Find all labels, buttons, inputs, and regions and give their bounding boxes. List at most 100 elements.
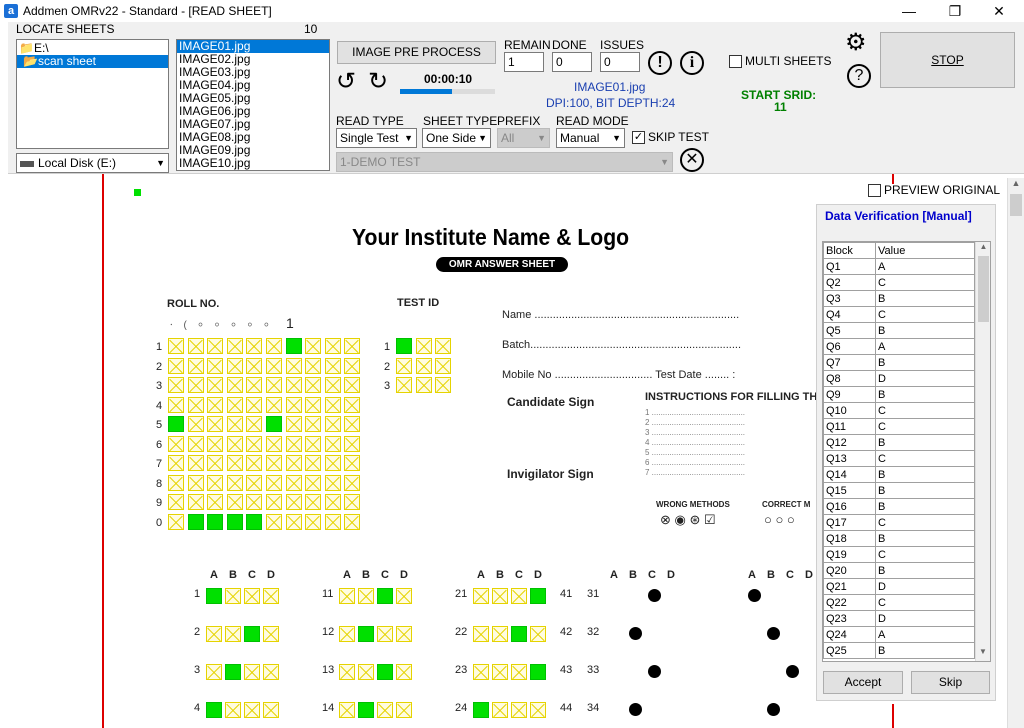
bubble: [473, 664, 489, 680]
rotate-right-icon[interactable]: ↻: [368, 70, 388, 94]
row-digit: 2: [156, 360, 163, 373]
table-row[interactable]: Q9 B: [823, 386, 975, 403]
bubble: [415, 377, 432, 393]
scroll-up-icon[interactable]: ▲: [976, 242, 990, 256]
chevron-down-icon: ▼: [478, 133, 487, 143]
bubble: [435, 357, 452, 374]
cancel-test-icon[interactable]: ✕: [680, 148, 704, 172]
minimize-button[interactable]: —: [886, 0, 932, 22]
bubble: [339, 588, 355, 604]
table-row[interactable]: Q23 D: [823, 610, 975, 627]
option-letter: C: [515, 569, 523, 581]
test-select[interactable]: 1-DEMO TEST ▼: [336, 152, 673, 172]
bubble: [377, 626, 393, 642]
multi-sheets-checkbox[interactable]: [729, 55, 742, 68]
scroll-up-icon[interactable]: ▲: [1008, 178, 1024, 192]
bubble-filled: [358, 626, 374, 642]
gear-icon[interactable]: ⚙: [845, 30, 867, 56]
bubble: [511, 664, 527, 680]
maximize-button[interactable]: ❐: [932, 0, 978, 22]
scroll-thumb[interactable]: [1010, 194, 1022, 216]
prefix-select[interactable]: All ▼: [497, 128, 550, 148]
bubble: [207, 357, 224, 374]
warning-icon[interactable]: !: [648, 51, 672, 75]
read-mode-select[interactable]: Manual ▼: [556, 128, 625, 148]
table-row[interactable]: Q13 C: [823, 450, 975, 467]
image-preprocess-button[interactable]: IMAGE PRE PROCESS: [337, 41, 496, 64]
table-row[interactable]: Q17 C: [823, 514, 975, 531]
table-row[interactable]: Q1 A: [823, 258, 975, 275]
batch-field-label: Batch...................................…: [502, 339, 742, 351]
bubble: [324, 513, 341, 530]
block-cell: Q24: [823, 626, 876, 643]
table-row[interactable]: Q12 B: [823, 434, 975, 451]
accept-button[interactable]: Accept: [823, 671, 903, 694]
info-icon[interactable]: i: [680, 51, 704, 75]
skip-button[interactable]: Skip: [911, 671, 990, 694]
bubble: [168, 377, 184, 393]
table-row[interactable]: Q25 B: [823, 642, 975, 659]
table-row[interactable]: Q19 C: [823, 546, 975, 563]
drive-select[interactable]: Local Disk (E:) ▼: [16, 153, 169, 173]
table-row[interactable]: Q24 A: [823, 626, 975, 643]
table-row[interactable]: Q8 D: [823, 370, 975, 387]
folder-icon: 📁: [19, 41, 34, 55]
question-number: 32: [587, 626, 600, 638]
scanned-mark: [629, 627, 642, 640]
table-row[interactable]: Q6 A: [823, 338, 975, 355]
table-row[interactable]: Q2 C: [823, 274, 975, 291]
row-digit: 4: [156, 399, 163, 412]
table-row[interactable]: Q20 B: [823, 562, 975, 579]
value-cell: B: [875, 354, 975, 371]
block-cell: Q16: [823, 498, 876, 515]
table-row[interactable]: Q7 B: [823, 354, 975, 371]
main-scrollbar[interactable]: ▲: [1007, 178, 1024, 728]
rotate-left-icon[interactable]: ↺: [336, 70, 356, 94]
multi-sheets-label: MULTI SHEETS: [745, 54, 832, 68]
chevron-down-icon: ▼: [404, 133, 413, 143]
table-row[interactable]: Q4 C: [823, 306, 975, 323]
question-number: 12: [322, 626, 335, 638]
option-letter: A: [477, 569, 485, 581]
skip-test-checkbox[interactable]: ✓: [632, 131, 645, 144]
help-icon[interactable]: ?: [847, 64, 871, 88]
bubble: [187, 377, 204, 393]
bubble: [324, 377, 341, 393]
block-cell: Q12: [823, 434, 876, 451]
table-row[interactable]: Q10 C: [823, 402, 975, 419]
block-cell: Q22: [823, 594, 876, 611]
file-item[interactable]: IMAGE10.jpg: [177, 157, 329, 170]
stop-button[interactable]: STOP: [880, 32, 1015, 88]
scroll-thumb[interactable]: [978, 256, 989, 322]
correct-method-marks: ○ ○ ○: [764, 512, 795, 527]
table-scrollbar[interactable]: ▲ ▼: [975, 242, 990, 661]
table-row[interactable]: Q15 B: [823, 482, 975, 499]
folder-item-scan-sheet[interactable]: 📂scan sheet: [17, 55, 168, 68]
folder-tree[interactable]: 📁E:\ 📂scan sheet: [16, 39, 169, 149]
close-window-button[interactable]: ✕: [976, 0, 1022, 22]
table-row[interactable]: Q22 C: [823, 594, 975, 611]
value-cell: D: [875, 370, 975, 387]
question-number: 34: [587, 702, 600, 714]
table-row[interactable]: Q3 B: [823, 290, 975, 307]
read-type-select[interactable]: Single Test ▼: [336, 128, 417, 148]
preview-original-checkbox[interactable]: [868, 184, 881, 197]
table-row[interactable]: Q21 D: [823, 578, 975, 595]
bubble: [226, 474, 243, 491]
chevron-down-icon: ▼: [537, 133, 546, 143]
issues-field: 0: [600, 52, 640, 72]
value-cell: C: [875, 546, 975, 563]
scroll-down-icon[interactable]: ▼: [976, 647, 990, 661]
sheet-type-select[interactable]: One Side ▼: [422, 128, 491, 148]
block-cell: Q2: [823, 274, 876, 291]
table-row[interactable]: Q16 B: [823, 498, 975, 515]
table-row[interactable]: Q11 C: [823, 418, 975, 435]
table-row[interactable]: Q5 B: [823, 322, 975, 339]
block-cell: Q8: [823, 370, 876, 387]
file-list[interactable]: IMAGE01.jpg IMAGE02.jpg IMAGE03.jpg IMAGE04…: [176, 39, 330, 171]
table-row[interactable]: Q18 B: [823, 530, 975, 547]
question-number: 3: [194, 664, 201, 676]
correct-method-label: CORRECT M: [762, 500, 811, 509]
table-row[interactable]: Q14 B: [823, 466, 975, 483]
row-digit: 7: [156, 458, 163, 470]
